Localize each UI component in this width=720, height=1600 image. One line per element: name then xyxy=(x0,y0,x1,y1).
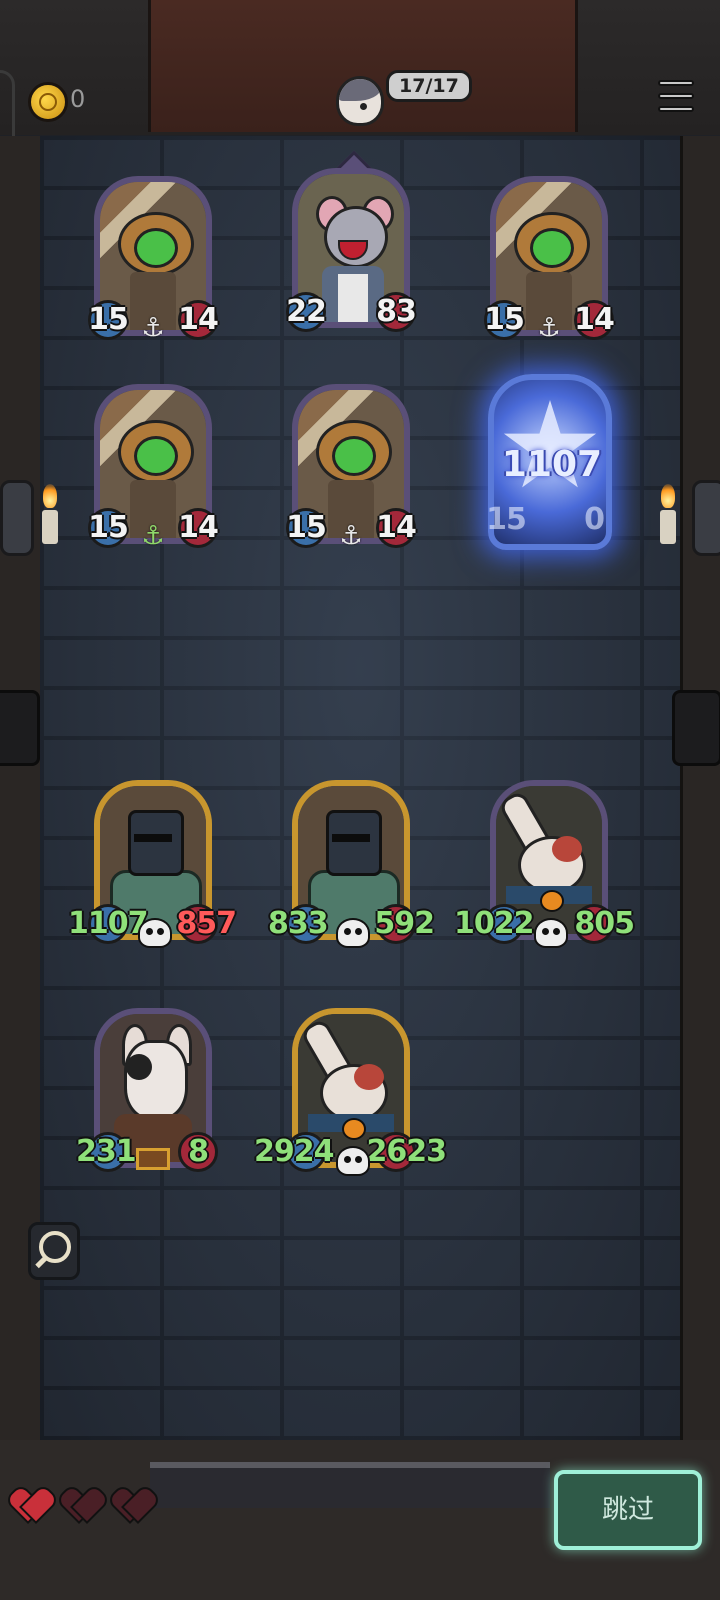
lives xyxy=(12,1490,160,1528)
enemy-card[interactable]: 15 14 ⚓ xyxy=(484,176,615,346)
attack-value: 231 xyxy=(76,1134,137,1169)
ally-card[interactable]: 231 8 xyxy=(76,1008,218,1178)
anchor-icon: ⚓ xyxy=(537,313,561,343)
coin-count: 0 xyxy=(70,85,86,113)
left-flame-icon xyxy=(43,484,57,508)
enemy-card[interactable]: 15 14 ⚓ xyxy=(286,384,417,554)
attack-value: 15 xyxy=(486,502,527,537)
ally-card[interactable]: 1022 805 xyxy=(454,780,635,950)
attack-value: 2924 xyxy=(254,1134,334,1169)
skull-icon xyxy=(534,918,568,948)
damage-effect-value: 1107 xyxy=(501,444,603,485)
skull-icon xyxy=(138,918,172,948)
right-pillar xyxy=(680,136,720,1466)
right-flame-icon xyxy=(661,484,675,508)
attack-value: 15 xyxy=(88,510,129,545)
enemy-card[interactable]: 15 14 ⚓ xyxy=(88,384,219,554)
heart-icon xyxy=(114,1490,150,1524)
attack-value: 833 xyxy=(268,906,329,941)
enemy-card[interactable]: 22 83 xyxy=(286,150,417,338)
coin-icon xyxy=(28,82,68,122)
attack-value: 1022 xyxy=(454,906,534,941)
anchor-icon: ⚓ xyxy=(141,521,165,551)
skull-icon xyxy=(336,1146,370,1176)
enemy-card[interactable]: 15 14 ⚓ xyxy=(88,176,219,346)
health-value: 2623 xyxy=(366,1134,447,1169)
right-candle-icon xyxy=(660,510,676,544)
health-value: 14 xyxy=(178,302,219,337)
left-candle-icon xyxy=(42,510,58,544)
attack-value: 15 xyxy=(286,510,327,545)
skull-icon xyxy=(336,918,370,948)
ally-card[interactable]: 833 592 xyxy=(268,780,435,950)
heart-icon xyxy=(12,1490,48,1524)
attack-value: 15 xyxy=(484,302,525,337)
left-bracket-icon xyxy=(0,690,40,766)
menu-icon[interactable] xyxy=(656,80,696,114)
attack-value: 1107 xyxy=(68,906,148,941)
left-sconce-icon xyxy=(0,480,34,556)
ally-card[interactable]: 1107 857 xyxy=(68,780,237,950)
health-value: 8 xyxy=(188,1134,209,1169)
buckle-icon xyxy=(136,1148,170,1170)
attack-value: 15 xyxy=(88,302,129,337)
skip-button[interactable]: 跳过 xyxy=(554,1470,702,1550)
health-value: 14 xyxy=(574,302,615,337)
floor-step xyxy=(150,1462,550,1508)
right-bracket-icon xyxy=(672,690,720,766)
search-icon[interactable] xyxy=(28,1222,80,1280)
heart-icon xyxy=(63,1490,99,1524)
health-value: 14 xyxy=(376,510,417,545)
moves-counter: 17/17 xyxy=(386,70,472,102)
right-sconce-icon xyxy=(692,480,720,556)
health-value: 14 xyxy=(178,510,219,545)
anchor-icon: ⚓ xyxy=(339,521,363,551)
enemy-card-highlighted[interactable]: 1107 15 0 xyxy=(484,370,620,560)
anchor-icon: ⚓ xyxy=(141,313,165,343)
health-value: 0 xyxy=(584,502,605,537)
attack-value: 22 xyxy=(286,294,327,329)
ally-card[interactable]: 2924 2623 xyxy=(254,1008,447,1178)
health-value: 805 xyxy=(574,906,635,941)
player-portrait[interactable] xyxy=(336,76,384,126)
health-value: 592 xyxy=(374,906,435,941)
health-value: 83 xyxy=(376,294,417,329)
health-value: 857 xyxy=(176,906,237,941)
